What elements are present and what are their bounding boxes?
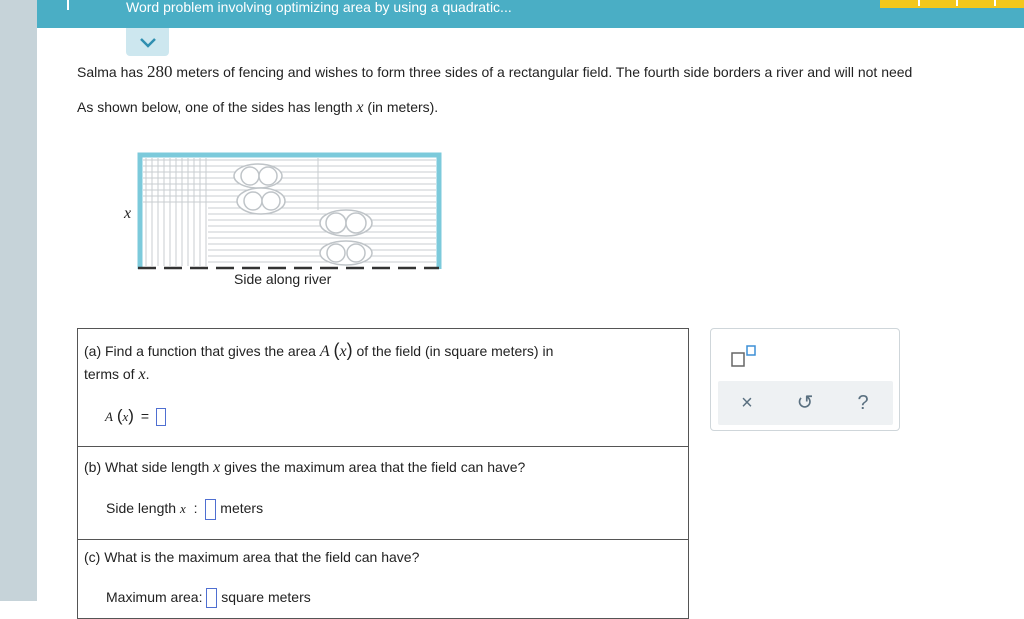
field-diagram: [137, 152, 442, 270]
help-button[interactable]: ?: [834, 381, 892, 425]
exponent-button[interactable]: [731, 344, 761, 368]
math-tool-panel: × ↺ ?: [710, 328, 900, 431]
exponent-icon: [731, 345, 756, 367]
problem-statement-line1: Salma has 280 meters of fencing and wish…: [77, 62, 913, 81]
question-a-prompt: (a) Find a function that gives the area …: [84, 340, 554, 360]
question-b-prompt: (b) What side length x gives the maximum…: [84, 459, 526, 476]
menu-icon[interactable]: [67, 0, 69, 10]
left-rail: [0, 0, 37, 601]
question-b: (b) What side length x gives the maximum…: [77, 446, 689, 540]
close-icon: ×: [741, 392, 753, 414]
question-c-answer-row: Maximum area: square meters: [106, 586, 311, 609]
answer-input-b[interactable]: [205, 498, 217, 520]
chevron-down-icon: [140, 38, 156, 48]
question-a: (a) Find a function that gives the area …: [77, 328, 689, 447]
clear-button[interactable]: ×: [718, 381, 776, 425]
progress-indicator: [880, 0, 1024, 8]
tool-button-row: × ↺ ?: [718, 381, 893, 425]
answer-input-a[interactable]: [155, 408, 166, 427]
question-c-prompt: (c) What is the maximum area that the fi…: [84, 549, 420, 565]
question-a-answer-row: A (x) =: [105, 405, 166, 428]
page-title: Word problem involving optimizing area b…: [126, 0, 512, 15]
question-c: (c) What is the maximum area that the fi…: [77, 539, 689, 619]
problem-statement-line2: As shown below, one of the sides has len…: [77, 99, 439, 116]
undo-button[interactable]: ↺: [776, 381, 834, 425]
undo-icon: ↺: [796, 392, 814, 414]
fence-length: 280: [147, 62, 173, 81]
help-icon: ?: [857, 392, 869, 414]
collapse-toggle-button[interactable]: [126, 28, 169, 56]
question-b-answer-row: Side length x : meters: [106, 497, 263, 520]
river-side-label: Side along river: [234, 271, 332, 287]
answer-input-c[interactable]: [206, 588, 218, 609]
side-x-label: x: [124, 205, 132, 222]
